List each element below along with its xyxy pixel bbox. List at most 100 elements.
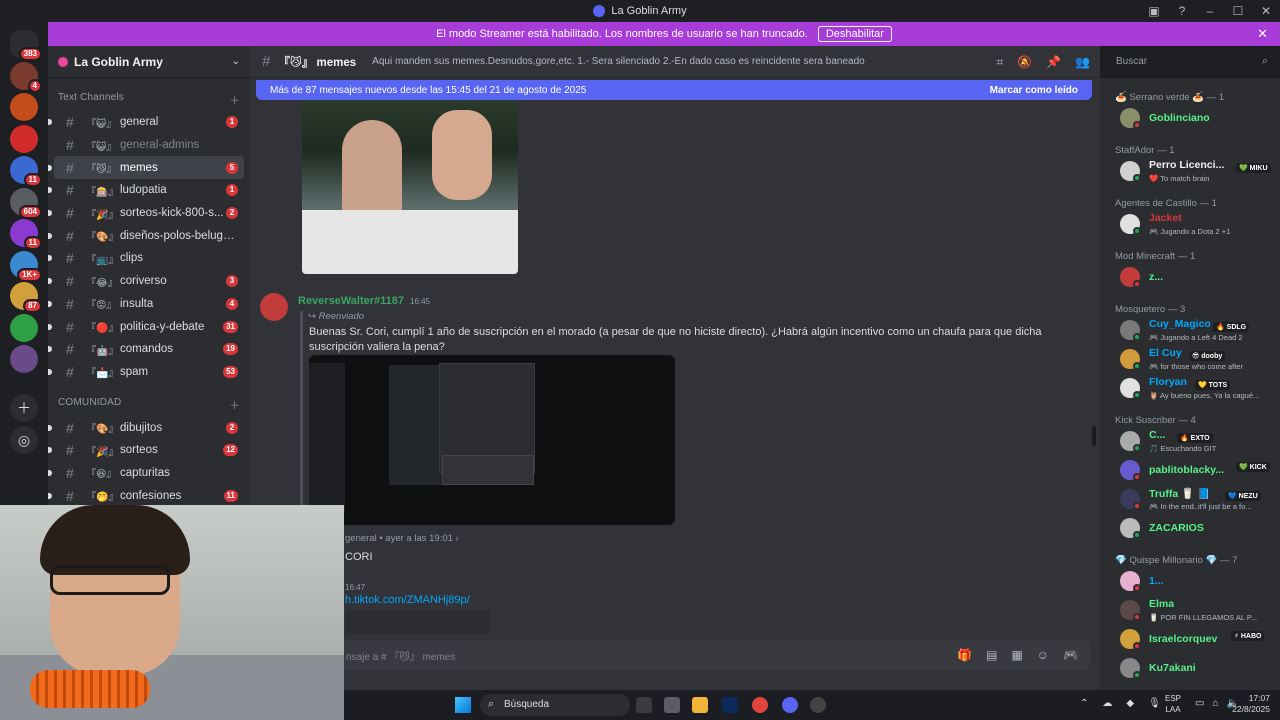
new-messages-bar[interactable]: Más de 87 mensajes nuevos desde las 15:4…: [256, 80, 1092, 100]
app-icon[interactable]: [664, 697, 680, 713]
channel-confesiones[interactable]: # 『🤭』 confesiones 11: [48, 484, 244, 507]
member-item[interactable]: z...: [1120, 265, 1280, 291]
windows-start-icon[interactable]: [455, 697, 471, 713]
sticker-icon[interactable]: ▦: [1011, 648, 1022, 662]
chevron-up-icon[interactable]: ⌃: [1080, 698, 1088, 709]
channel-sorteos-kick-800-s[interactable]: # 『🎉』 sorteos-kick-800-s... 2: [48, 202, 244, 225]
member-item[interactable]: Ku7akani: [1120, 656, 1280, 682]
server-icon[interactable]: [10, 345, 38, 373]
file-explorer-icon[interactable]: [692, 697, 708, 713]
category-comunidad[interactable]: COMUNIDAD ＋: [48, 383, 250, 416]
discord-taskbar-icon[interactable]: [782, 697, 798, 713]
help-icon[interactable]: ?: [1168, 4, 1196, 18]
channel-memes[interactable]: # 『😼』 memes 5: [48, 156, 244, 180]
member-item[interactable]: ZACARIOS: [1120, 516, 1280, 542]
channel-topic[interactable]: Aqui manden sus memes.Desnudos,gore,etc.…: [372, 56, 865, 67]
server-icon[interactable]: 11: [10, 156, 42, 187]
channel-politica-y-debate[interactable]: # 『🔴』 politica-y-debate 31: [48, 315, 244, 338]
chrome-icon[interactable]: [752, 697, 768, 713]
category-text-channels[interactable]: Text Channels ＋: [48, 78, 250, 111]
channel-sorteos[interactable]: # 『🎉』 sorteos 12: [48, 439, 244, 462]
disable-streamer-button[interactable]: Deshabilitar: [817, 26, 892, 42]
cloud-icon[interactable]: ☁: [1102, 698, 1112, 709]
scrollbar[interactable]: [1092, 426, 1096, 446]
member-item[interactable]: Goblinciano: [1120, 106, 1280, 132]
chevron-down-icon[interactable]: ⌄: [232, 56, 240, 67]
search-input[interactable]: Buscar ⌕: [1110, 52, 1274, 72]
server-icon[interactable]: 604: [10, 187, 42, 219]
taskbar-search[interactable]: ⌕ Búsqueda: [480, 694, 630, 716]
mic-icon[interactable]: 🎙: [1148, 698, 1161, 709]
screenshot-attachment[interactable]: [309, 355, 675, 525]
apps-icon[interactable]: 🎮: [1063, 648, 1078, 662]
member-item[interactable]: C... 🔥 EXTO 🎵 Escuchando GIT: [1120, 429, 1280, 455]
close-banner-icon[interactable]: ✕: [1257, 26, 1268, 42]
forward-source-meta[interactable]: general • ayer a las 19:01 ›: [345, 533, 459, 544]
link-embed[interactable]: [345, 610, 490, 634]
channel-clips[interactable]: # 『📺』 clips: [48, 247, 244, 270]
member-item[interactable]: Jacket 🎮 Jugando a Dota 2 +1: [1120, 212, 1280, 238]
channel-comandos[interactable]: # 『🤖』 comandos 19: [48, 338, 244, 361]
tiktok-link[interactable]: h.tiktok.com/ZMANHj89p/: [345, 594, 470, 606]
channel-general-admins[interactable]: # 『😺』 general-admins: [54, 134, 244, 157]
member-list-icon[interactable]: 👥: [1075, 55, 1090, 70]
member-item[interactable]: Truffa 🥛 📘 💙 NEZU 🎮 In the end..it'll just…: [1120, 487, 1280, 513]
tray-app-icon[interactable]: ◆: [1126, 698, 1134, 709]
server-icon[interactable]: 11: [10, 219, 42, 250]
member-item[interactable]: 1...: [1120, 569, 1280, 595]
gift-icon[interactable]: 🎁: [957, 648, 972, 662]
member-item[interactable]: pablitoblacky... 💚 KICK: [1120, 458, 1280, 484]
task-view-icon[interactable]: [636, 697, 652, 713]
add-server-icon[interactable]: ＋: [10, 394, 38, 422]
emoji-icon[interactable]: ☺: [1037, 648, 1049, 662]
message-input[interactable]: nsaje a # 『😼』 memes 🎁 ▤ ▦ ☺ 🎮: [310, 640, 1090, 670]
channel-general[interactable]: # 『😺』 general 1: [48, 111, 244, 134]
channel-coriverso[interactable]: # 『😂』 coriverso 3: [48, 270, 244, 293]
photoshop-icon[interactable]: [722, 697, 738, 713]
language-indicator[interactable]: ESP LAA: [1165, 693, 1181, 715]
add-channel-icon[interactable]: ＋: [230, 397, 240, 412]
close-window-button[interactable]: ✕: [1252, 4, 1280, 18]
pin-icon[interactable]: 📌: [1046, 55, 1061, 70]
message-author[interactable]: ReverseWalter#1187 16:45: [298, 295, 430, 307]
status-indicator: [1133, 584, 1141, 592]
guild-header[interactable]: La Goblin Army ⌄: [48, 46, 250, 78]
channel-dibujitos[interactable]: # 『🎨』 dibujitos 2: [48, 416, 244, 439]
member-item[interactable]: Cuy_Magico 🔥 SDLG 🎮 Jugando a Left 4 Dead …: [1120, 318, 1280, 344]
obs-icon[interactable]: [810, 697, 826, 713]
discover-icon[interactable]: ◎: [10, 426, 38, 454]
maximize-button[interactable]: ☐: [1224, 4, 1252, 18]
avatar[interactable]: [260, 293, 288, 321]
mark-as-read-button[interactable]: Marcar como leído: [990, 85, 1078, 96]
server-icon[interactable]: 1K+: [10, 250, 42, 282]
server-icon[interactable]: [10, 93, 38, 121]
member-item[interactable]: Perro Licenci... 💚 MIKU ❤️ To match brain: [1120, 159, 1280, 185]
channel-name: spam: [120, 365, 149, 378]
add-channel-icon[interactable]: ＋: [230, 92, 240, 107]
member-item[interactable]: Elma 🥛 POR FIN LLEGAMOS AL P...: [1120, 598, 1280, 624]
network-icon[interactable]: ⌂: [1212, 698, 1218, 709]
server-icon[interactable]: [10, 313, 38, 342]
channel-capturitas[interactable]: # 『😆』 capturitas: [48, 462, 244, 485]
channel-insulta[interactable]: # 『😡』 insulta 4: [48, 293, 244, 316]
threads-icon[interactable]: ⌗: [996, 55, 1003, 70]
clock[interactable]: 17:07 22/8/2025: [1232, 693, 1270, 715]
meme-image[interactable]: [302, 100, 518, 274]
inbox-icon[interactable]: ▣: [1140, 4, 1168, 18]
minimize-button[interactable]: –: [1196, 4, 1224, 18]
channel-spam[interactable]: # 『📩』 spam 53: [48, 361, 244, 384]
server-icon[interactable]: [10, 124, 38, 153]
member-item[interactable]: Floryan 💛 TOTS 🦉 Ay bueno pues, Ya la cagu…: [1120, 376, 1280, 402]
gif-icon[interactable]: ▤: [986, 648, 997, 662]
status-indicator: [1133, 333, 1141, 341]
display-icon[interactable]: ▭: [1195, 698, 1204, 709]
server-icon[interactable]: 87: [10, 282, 42, 313]
author-name[interactable]: ReverseWalter#1187: [298, 295, 404, 307]
member-item[interactable]: Israelcorquev ⚡ HABO: [1120, 627, 1280, 653]
member-item[interactable]: El Cuy 😎 dooby 🎮 for those who come after: [1120, 347, 1280, 373]
channel-dise-os-polos-beluga-ar[interactable]: # 『🎨』diseños-polos-beluga-ar...: [48, 224, 244, 247]
server-icon[interactable]: 383: [10, 30, 42, 61]
channel-ludopatia[interactable]: # 『🎰』 ludopatia 1: [48, 179, 244, 202]
mute-bell-icon[interactable]: 🔕: [1017, 55, 1032, 70]
server-icon[interactable]: 4: [10, 61, 42, 93]
